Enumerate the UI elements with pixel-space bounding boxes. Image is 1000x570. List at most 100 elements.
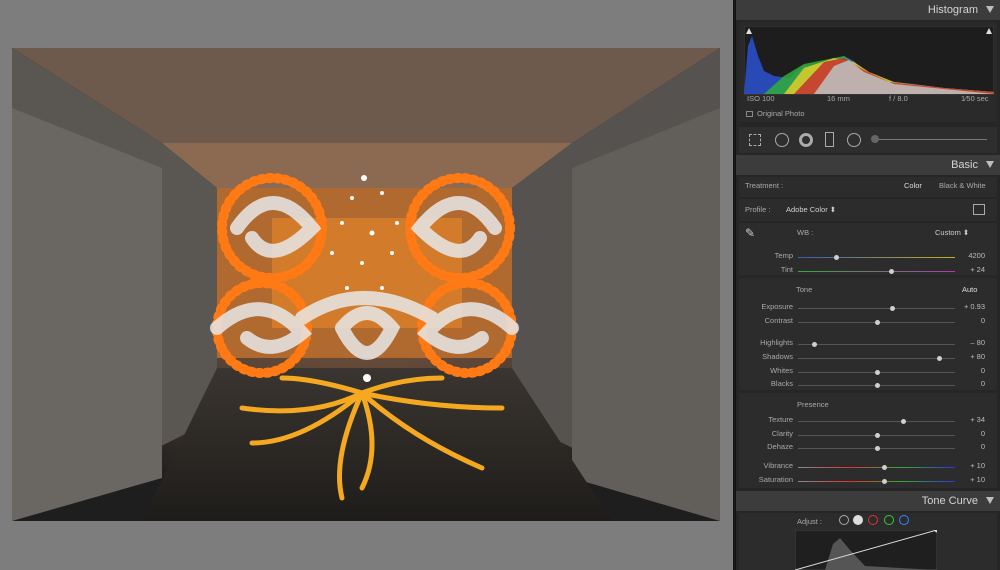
slider-label-clarity: Clarity [771,429,793,438]
slider-thumb-contrast[interactable] [874,320,880,325]
slider-thumb-dehaze[interactable] [874,446,880,451]
point-curve-icon[interactable] [839,515,849,525]
slider-value-contrast[interactable]: 0 [955,316,985,325]
slider-label-vibrance: Vibrance [763,461,793,470]
slider-value-exposure[interactable]: + 0.93 [955,302,985,311]
slider-value-dehaze[interactable]: 0 [955,442,985,451]
spot-removal-icon[interactable] [775,133,789,147]
tone-curve-graph[interactable] [795,530,937,570]
collapse-triangle-icon[interactable] [986,161,994,168]
slider-value-tint[interactable]: + 24 [955,265,985,274]
slider-row-blacks: Blacks 0 [736,379,1000,394]
tone-curve-panel: Adjust : [739,513,997,570]
slider-value-shadows[interactable]: + 80 [955,352,985,361]
slider-thumb-exposure[interactable] [890,306,896,311]
slider-thumb-shadows[interactable] [937,356,943,361]
treatment-color-option[interactable]: Color [904,181,922,190]
adjust-label: Adjust : [797,517,823,526]
basic-title: Basic [951,159,978,171]
presence-label: Presence [797,400,829,409]
histogram-header[interactable]: Histogram [736,0,1000,20]
basic-header[interactable]: Basic [736,155,1000,175]
wb-label: WB : [797,228,814,237]
photo-canvas-area[interactable] [0,0,733,570]
treatment-row: Treatment : Color Black & White [739,177,997,197]
slider-thumb-texture[interactable] [901,419,907,424]
slider-label-saturation: Saturation [758,475,793,484]
radial-filter-icon[interactable] [847,133,861,147]
slider-label-dehaze: Dehaze [767,442,793,451]
profile-row: Profile : Adobe Color ⬍ [739,199,997,221]
slider-row-tint: Tint + 24 [736,265,1000,280]
slider-row-dehaze: Dehaze 0 [736,442,1000,457]
tone-curve-title: Tone Curve [921,495,978,507]
auto-tone-button[interactable]: Auto [962,285,977,294]
slider-label-temp: Temp [774,251,793,260]
slider-thumb-temp[interactable] [833,255,839,260]
slider-value-saturation[interactable]: + 10 [955,475,985,484]
tool-strip [739,127,997,153]
wb-dropdown[interactable]: Custom ⬍ [935,228,969,237]
slider-thumb-whites[interactable] [874,370,880,375]
slider-thumb-clarity[interactable] [874,433,880,438]
slider-label-whites: Whites [770,366,793,375]
slider-label-blacks: Blacks [770,379,793,388]
slider-track-texture[interactable] [798,419,955,424]
profile-dropdown[interactable]: Adobe Color ⬍ [786,205,836,214]
photo-preview[interactable] [12,48,720,521]
slider-thumb-highlights[interactable] [811,342,817,347]
slider-track-shadows[interactable] [798,356,955,361]
slider-value-vibrance[interactable]: + 10 [955,461,985,470]
collapse-triangle-icon[interactable] [986,497,994,504]
red-channel-icon[interactable] [868,515,878,525]
brush-slider-thumb[interactable] [871,135,879,143]
brush-size-slider[interactable] [873,139,987,140]
tone-curve-header[interactable]: Tone Curve [736,491,1000,511]
crop-tool-icon[interactable] [749,134,761,146]
histogram-title: Histogram [927,4,978,16]
slider-track-clarity[interactable] [798,433,955,438]
slider-row-contrast: Contrast 0 [736,316,1000,331]
collapse-triangle-icon[interactable] [986,6,994,13]
slider-thumb-blacks[interactable] [874,383,880,388]
slider-value-highlights[interactable]: – 80 [955,338,985,347]
slider-track-dehaze[interactable] [798,446,955,451]
focal-readout: 16 mm [827,94,850,103]
slider-track-blacks[interactable] [798,383,955,388]
develop-right-panel: Histogram ISO 100 16 mm f / 8.0 1⁄50 sec… [733,0,1000,570]
original-photo-checkbox[interactable] [746,111,753,117]
histogram-graph[interactable] [744,26,994,98]
slider-value-temp[interactable]: 4200 [955,251,985,260]
slider-thumb-vibrance[interactable] [882,465,888,470]
profile-browser-icon[interactable] [973,204,985,215]
slider-row-saturation: Saturation + 10 [736,475,1000,490]
slider-label-highlights: Highlights [760,338,793,347]
iso-readout: ISO 100 [747,94,775,103]
slider-track-temp[interactable] [798,255,955,260]
slider-thumb-saturation[interactable] [882,479,888,484]
wb-eyedropper-icon[interactable]: ✎ [745,226,755,240]
slider-track-whites[interactable] [798,370,955,375]
tone-label: Tone [796,285,813,294]
shutter-readout: 1⁄50 sec [961,94,989,103]
slider-value-blacks[interactable]: 0 [955,379,985,388]
graduated-filter-icon[interactable] [825,132,834,147]
slider-track-contrast[interactable] [798,320,955,325]
slider-value-clarity[interactable]: 0 [955,429,985,438]
slider-track-tint[interactable] [798,269,955,274]
histogram-panel: ISO 100 16 mm f / 8.0 1⁄50 sec Original … [739,22,997,122]
blue-channel-icon[interactable] [899,515,909,525]
slider-track-highlights[interactable] [798,342,955,347]
slider-track-exposure[interactable] [798,306,955,311]
slider-label-texture: Texture [768,415,793,424]
slider-value-whites[interactable]: 0 [955,366,985,375]
redeye-icon[interactable] [799,133,813,147]
slider-track-saturation[interactable] [798,479,955,484]
green-channel-icon[interactable] [884,515,894,525]
slider-value-texture[interactable]: + 34 [955,415,985,424]
treatment-label: Treatment : [745,181,784,190]
treatment-bw-option[interactable]: Black & White [939,181,986,190]
slider-track-vibrance[interactable] [798,465,955,470]
slider-thumb-tint[interactable] [888,269,894,274]
rgb-channel-icon[interactable] [853,515,863,525]
